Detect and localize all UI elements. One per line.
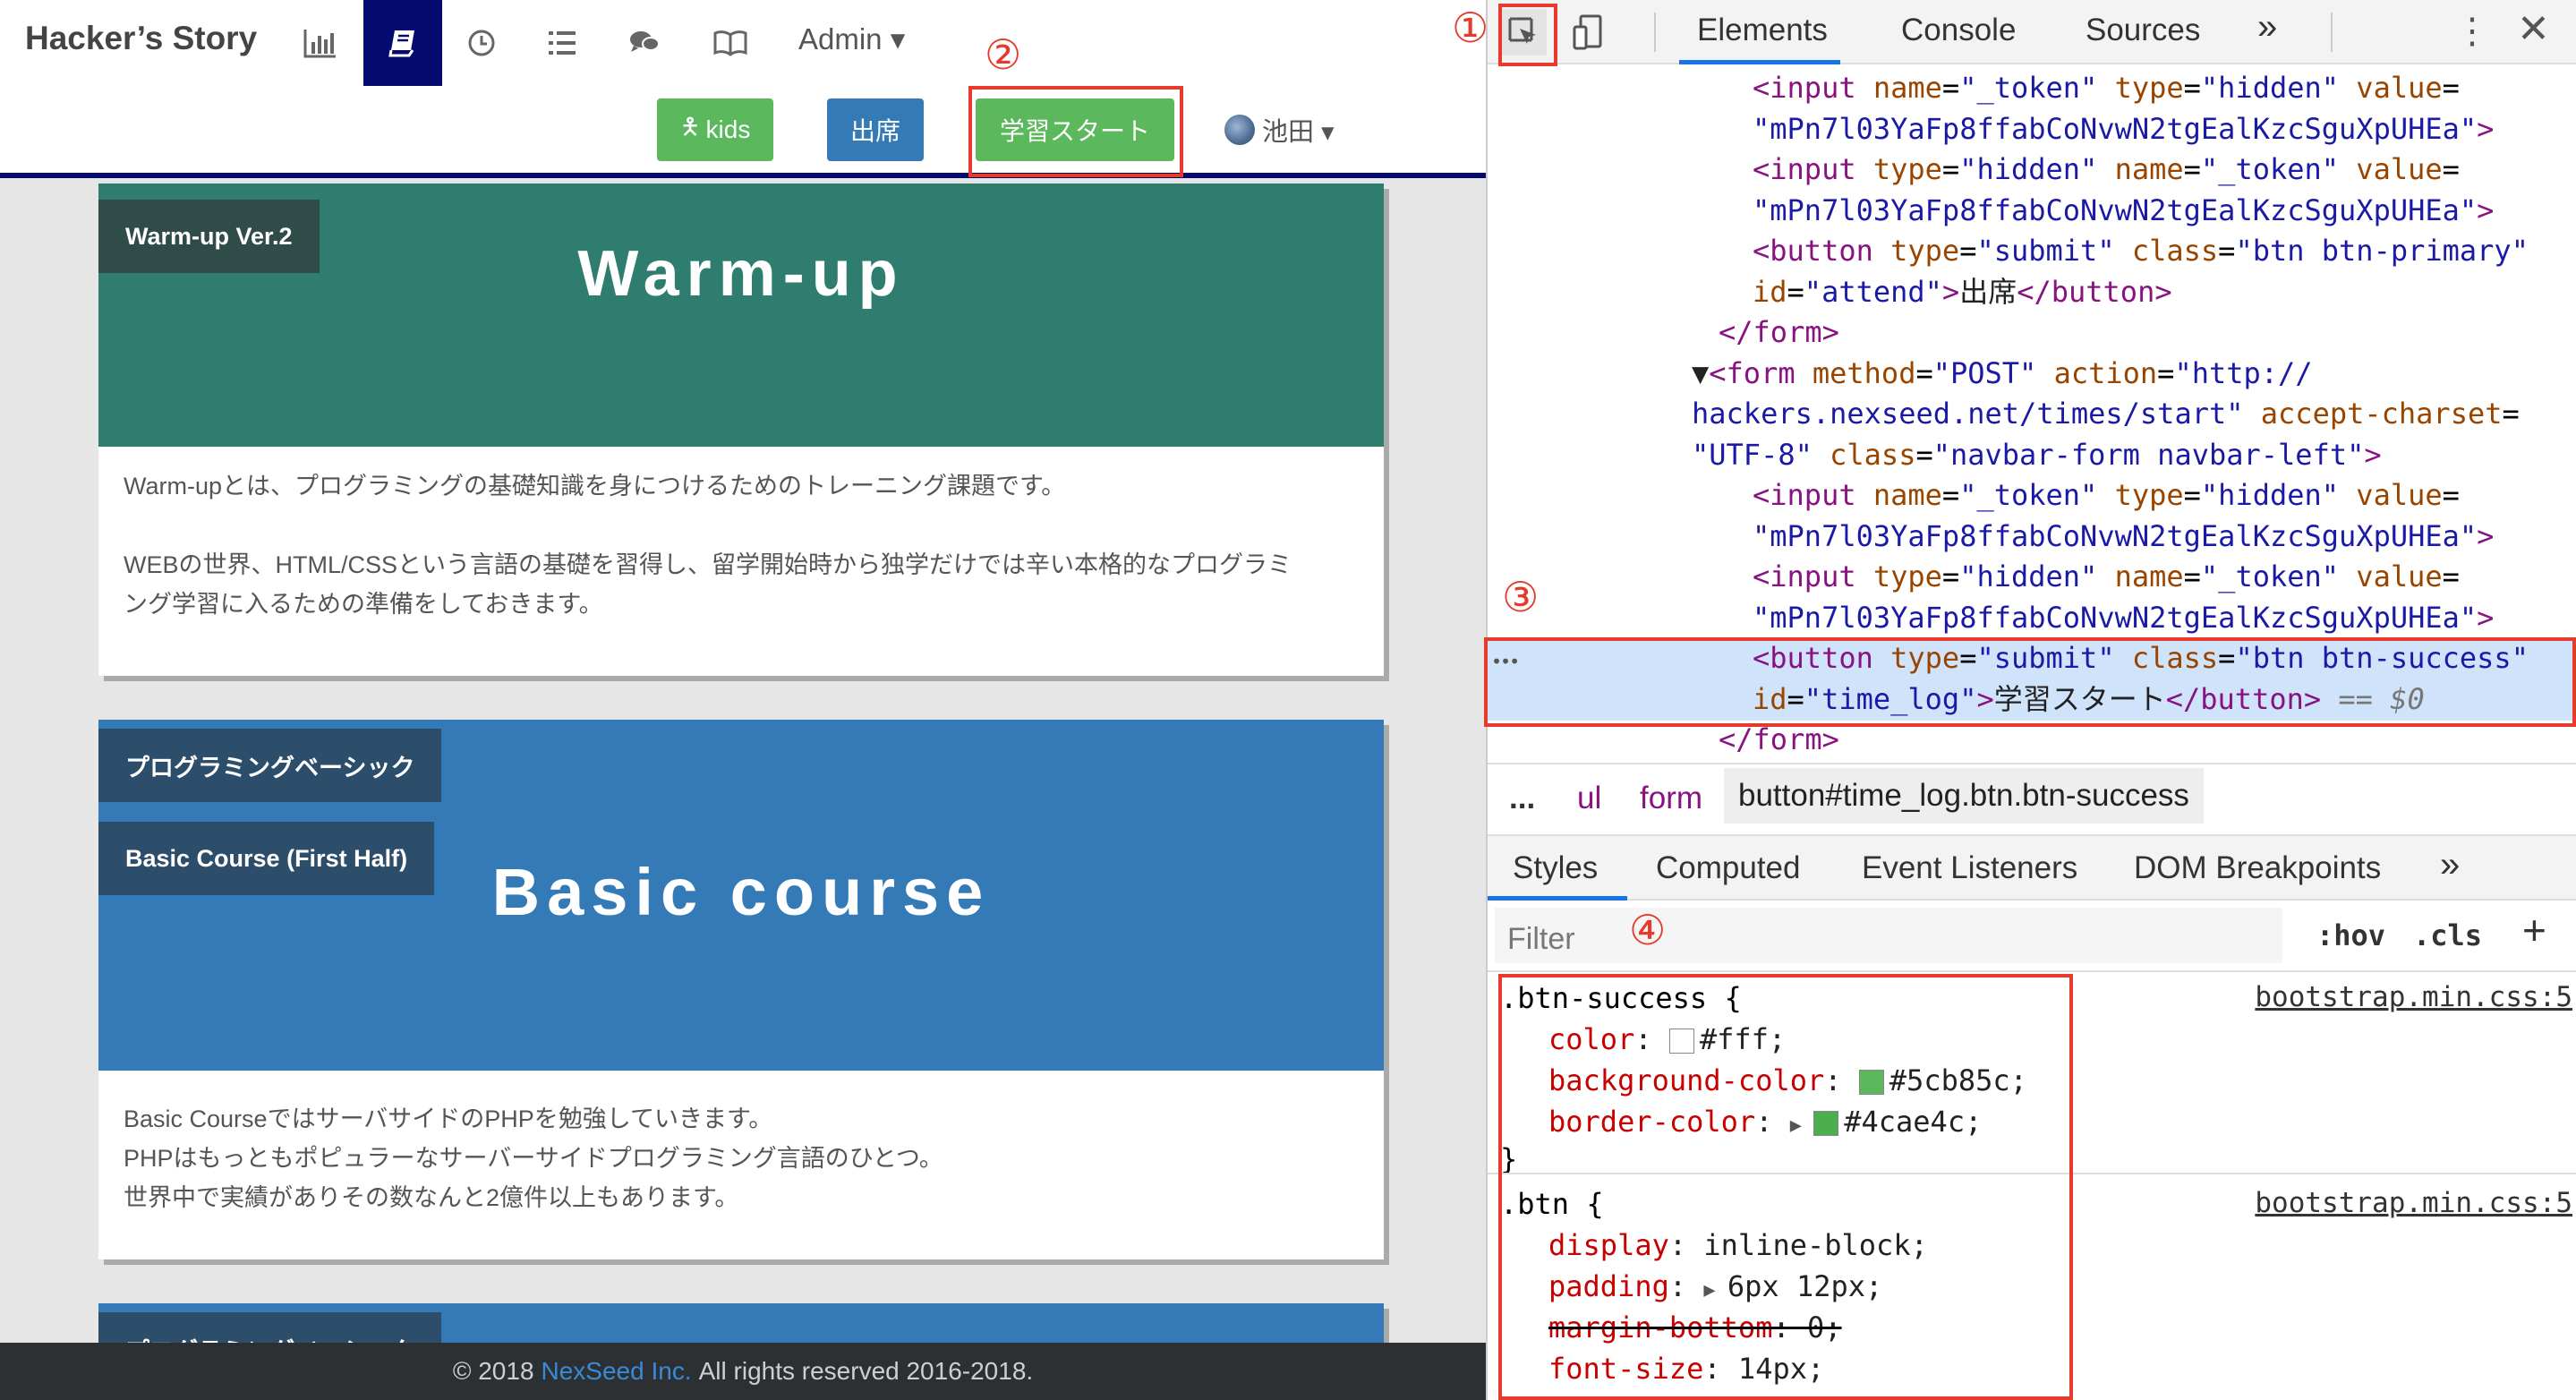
dom-tree-line[interactable]: "mPn7l03YaFp8ffabCoNvwN2tgEalKzcSguXpUHE…: [1488, 516, 2576, 558]
brand-logo[interactable]: Hacker’s Story: [25, 20, 257, 57]
footer-copyright: © 2018: [452, 1357, 534, 1385]
dom-tree-line[interactable]: <input name="_token" type="hidden" value…: [1488, 475, 2576, 516]
admin-dropdown[interactable]: Admin ▾: [798, 21, 905, 56]
dom-tree-line[interactable]: <input name="_token" type="hidden" value…: [1488, 68, 2576, 109]
tab-computed[interactable]: Computed: [1656, 850, 1800, 886]
user-menu[interactable]: 池田 ▾: [1224, 111, 1335, 149]
rule-source-link[interactable]: bootstrap.min.css:5: [2255, 981, 2572, 1013]
tab-sources[interactable]: Sources: [2086, 13, 2200, 48]
dom-tree-line[interactable]: "UTF-8" class="navbar-form navbar-left">: [1488, 435, 2576, 476]
footer: © 2018 NexSeed Inc. All rights reserved …: [0, 1343, 1486, 1400]
filter-placeholder: Filter: [1507, 922, 1575, 956]
devtools-panel: ① Elements Console Sources » ⋮ ✕ <input …: [1452, 0, 2576, 1400]
desc-line: PHPはもっともポピュラーなサーバーサイドプログラミング言語のひとつ。: [124, 1145, 943, 1172]
add-rule-icon[interactable]: +: [2522, 906, 2546, 954]
dom-tree-line[interactable]: </form>: [1488, 312, 2576, 354]
breadcrumb-form[interactable]: form: [1640, 781, 1702, 816]
app-page: Hacker’s Story Admin ▾ 🯅 kids 出席 学習スタート ②: [0, 0, 1486, 1400]
desc-line: 世界中で実績がありその数なんと2億件以上もあります。: [124, 1184, 739, 1211]
course-banner-basic: プログラミングベーシック Basic Course (First Half) B…: [98, 720, 1384, 1071]
devtools-toolbar: ① Elements Console Sources » ⋮ ✕: [1452, 0, 2576, 66]
dom-tree-line[interactable]: id="attend">出席</button>: [1488, 272, 2576, 313]
device-toolbar-icon[interactable]: [1570, 9, 1606, 55]
annotation-marker-2: ②: [985, 30, 1022, 79]
open-book-icon[interactable]: [691, 0, 770, 86]
clock-icon[interactable]: [442, 0, 521, 86]
dom-tree-line[interactable]: <button type="submit" class="btn btn-pri…: [1488, 231, 2576, 272]
banner-title: Warm-up: [577, 238, 905, 310]
styles-filter-row: Filter ④ :hov .cls +: [1488, 901, 2576, 972]
tab-styles[interactable]: Styles: [1488, 836, 1627, 901]
tab-elements[interactable]: Elements: [1679, 0, 1840, 64]
dom-tree-line[interactable]: "mPn7l03YaFp8ffabCoNvwN2tgEalKzcSguXpUHE…: [1488, 598, 2576, 639]
annotation-box-2: [968, 86, 1183, 177]
user-name: 池田 ▾: [1262, 118, 1335, 147]
cls-toggle[interactable]: .cls: [2413, 918, 2482, 952]
dom-tree-line[interactable]: ▼<form method="POST" action="http://: [1488, 354, 2576, 395]
banner-title: Basic course: [491, 855, 991, 929]
dom-tree-line[interactable]: "mPn7l03YaFp8ffabCoNvwN2tgEalKzcSguXpUHE…: [1488, 191, 2576, 232]
filter-input[interactable]: Filter: [1495, 908, 2282, 963]
toolbar-divider: [1654, 13, 1656, 52]
desc-line: [124, 506, 1359, 545]
navbar: Hacker’s Story Admin ▾ 🯅 kids 出席 学習スタート ②: [0, 0, 1486, 178]
attend-button[interactable]: 出席: [827, 98, 924, 161]
tab-elements-label: Elements: [1697, 13, 1828, 47]
chat-icon[interactable]: [605, 0, 684, 86]
course-tag: プログラミングベーシック: [98, 729, 442, 802]
more-tabs-icon[interactable]: »: [2257, 7, 2277, 47]
rule-source-link[interactable]: bootstrap.min.css:5: [2255, 1187, 2572, 1219]
annotation-box-3: [1484, 637, 2576, 727]
kids-button-label: kids: [705, 115, 751, 143]
desc-line: ング学習に入るための準備をしておきます。: [124, 591, 603, 618]
more-tabs-icon[interactable]: »: [2440, 845, 2460, 885]
breadcrumb-button[interactable]: button#time_log.btn.btn-success: [1724, 768, 2204, 824]
hov-toggle[interactable]: :hov: [2316, 918, 2385, 952]
annotation-marker-3: ③: [1502, 573, 1540, 621]
kids-button[interactable]: 🯅 kids: [657, 98, 773, 161]
styles-tabbar: Styles Computed Event Listeners DOM Brea…: [1488, 834, 2576, 901]
breadcrumb: ... ul form button#time_log.btn.btn-succ…: [1488, 763, 2576, 834]
annotation-box-4: [1498, 974, 2073, 1400]
annotation-box-1: [1498, 4, 1557, 66]
annotation-marker-1: ①: [1452, 4, 1489, 52]
bar-chart-icon[interactable]: [281, 0, 360, 86]
annotation-marker-4: ④: [1629, 906, 1667, 954]
tab-dom-breakpoints[interactable]: DOM Breakpoints: [2134, 850, 2381, 886]
desc-line: Warm-upとは、プログラミングの基礎知識を身につけるためのトレーニング課題で…: [124, 473, 1066, 499]
dom-tree-line[interactable]: <input type="hidden" name="_token" value…: [1488, 557, 2576, 598]
tab-styles-label: Styles: [1513, 850, 1599, 885]
toolbar-divider: [2331, 13, 2333, 52]
avatar: [1224, 115, 1255, 145]
breadcrumb-ul[interactable]: ul: [1577, 781, 1601, 816]
tab-event-listeners[interactable]: Event Listeners: [1862, 850, 2077, 886]
breadcrumb-more[interactable]: ...: [1509, 781, 1535, 816]
dom-tree-line[interactable]: hackers.nexseed.net/times/start" accept-…: [1488, 394, 2576, 435]
course-card-warmup[interactable]: Warm-up Ver.2 Warm-up Warm-upとは、プログラミングの…: [98, 184, 1384, 676]
footer-rights: All rights reserved 2016-2018.: [698, 1357, 1034, 1385]
course-description: Warm-upとは、プログラミングの基礎知識を身につけるためのトレーニング課題で…: [124, 466, 1359, 624]
tab-console[interactable]: Console: [1901, 13, 2016, 48]
kebab-menu-icon[interactable]: ⋮: [2454, 9, 2490, 54]
close-icon[interactable]: ✕: [2517, 7, 2550, 52]
dom-tree-line[interactable]: <input type="hidden" name="_token" value…: [1488, 149, 2576, 191]
footer-company-link[interactable]: NexSeed Inc.: [542, 1357, 692, 1386]
desc-line: Basic CourseではサーバサイドのPHPを勉強していきます。: [124, 1105, 773, 1132]
course-description: Basic CourseではサーバサイドのPHPを勉強していきます。 PHPはも…: [124, 1099, 1359, 1217]
dom-tree-line[interactable]: "mPn7l03YaFp8ffabCoNvwN2tgEalKzcSguXpUHE…: [1488, 109, 2576, 150]
list-icon[interactable]: [523, 0, 601, 86]
course-banner-warmup: Warm-up Ver.2 Warm-up: [98, 184, 1384, 447]
person-icon: 🯅: [679, 113, 701, 140]
course-card-basic[interactable]: プログラミングベーシック Basic Course (First Half) B…: [98, 720, 1384, 1259]
book-icon[interactable]: [363, 0, 442, 86]
desc-line: WEBの世界、HTML/CSSという言語の基礎を習得し、留学開始時から独学だけで…: [124, 551, 1292, 578]
